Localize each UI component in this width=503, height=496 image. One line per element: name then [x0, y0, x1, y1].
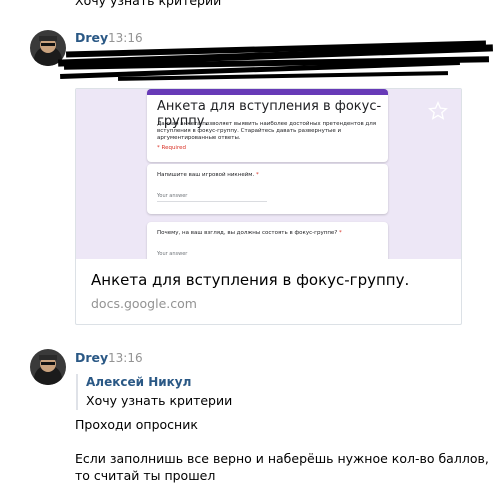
question-text: Напишите ваш игровой никнейм. [157, 172, 255, 178]
reply-author[interactable]: Алексей Никул [86, 375, 191, 389]
form-description: Данная анкета позволяет выявить наиболее… [157, 121, 377, 141]
reply-quote-bar [76, 374, 78, 410]
form-header-card: Анкета для вступления в фокус-группу. Да… [147, 89, 388, 162]
message-line: Проходи опросник [75, 417, 198, 432]
message-line: Если заполнишь все верно и наберёшь нужн… [75, 451, 489, 466]
star-icon[interactable] [428, 101, 448, 125]
previous-message-text: Хочу узнать критерии [75, 0, 222, 8]
message-time[interactable]: 13:16 [108, 351, 143, 365]
link-card[interactable]: Анкета для вступления в фокус-группу. Да… [75, 88, 462, 325]
avatar[interactable] [30, 349, 66, 385]
question-required: * [255, 172, 259, 178]
form-question-card: Напишите ваш игровой никнейм. * Your ans… [147, 164, 388, 214]
question-text: Почему, на ваш взгляд, вы должны состоят… [157, 230, 338, 236]
link-card-domain[interactable]: docs.google.com [91, 296, 197, 311]
redacted-text [58, 40, 498, 87]
reply-text[interactable]: Хочу узнать критерии [86, 392, 232, 410]
link-card-title[interactable]: Анкета для вступления в фокус-группу. [91, 271, 409, 289]
form-required-note: * Required [157, 145, 186, 151]
link-preview[interactable]: Анкета для вступления в фокус-группу. Да… [76, 89, 461, 259]
answer-field[interactable]: Your answer [157, 251, 267, 259]
form-question-card: Почему, на ваш взгляд, вы должны состоят… [147, 222, 388, 259]
avatar-image [30, 349, 66, 385]
message-author[interactable]: Drey [75, 350, 108, 365]
answer-field[interactable]: Your answer [157, 193, 267, 202]
question-required: * [339, 230, 342, 236]
message-line: то считай ты прошел [75, 468, 216, 483]
